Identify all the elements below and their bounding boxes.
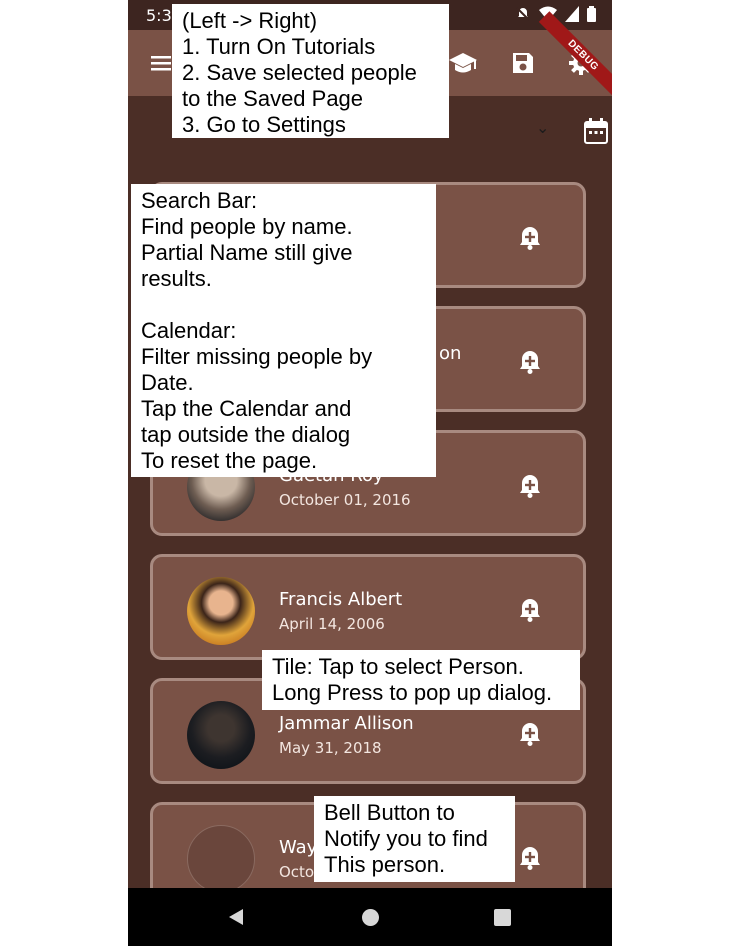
tile-tutorial-note: Tile: Tap to select Person. Long Press t…	[262, 650, 580, 710]
person-name: Francis Albert	[279, 589, 403, 610]
bell-off-icon	[516, 7, 530, 21]
note-line: Date.	[141, 370, 194, 395]
bell-plus-icon[interactable]	[517, 225, 543, 251]
bell-plus-icon[interactable]	[517, 349, 543, 375]
save-icon	[513, 53, 533, 73]
bell-plus-icon[interactable]	[517, 597, 543, 623]
avatar	[187, 701, 255, 769]
person-date: May 31, 2018	[279, 739, 382, 757]
note-line	[141, 292, 426, 318]
person-date: October 01, 2016	[279, 491, 411, 509]
menu-icon[interactable]	[148, 50, 174, 76]
home-icon[interactable]	[362, 909, 379, 926]
note-line: 3. Go to Settings	[182, 112, 346, 137]
recents-icon[interactable]	[494, 909, 511, 926]
avatar	[187, 577, 255, 645]
person-date: April 14, 2006	[279, 615, 385, 633]
signal-icon	[565, 6, 579, 22]
note-line: Notify you to find	[324, 826, 488, 851]
note-line: Long Press to pop up dialog.	[272, 680, 553, 705]
person-name: Jammar Allison	[279, 713, 414, 734]
note-line: to the Saved Page	[182, 86, 364, 111]
person-name: Way	[279, 837, 318, 858]
note-line: results.	[141, 266, 212, 291]
note-line: Bell Button to	[324, 800, 455, 825]
bell-plus-icon[interactable]	[517, 473, 543, 499]
note-line: 1. Turn On Tutorials	[182, 34, 376, 59]
school-icon	[449, 53, 477, 73]
tutorials-button[interactable]	[448, 48, 478, 78]
search-tutorial-note: Search Bar: Find people by name. Partial…	[131, 184, 436, 477]
note-line: 2. Save selected people	[182, 60, 417, 85]
chevron-down-icon[interactable]: ⌄	[536, 118, 549, 138]
note-line: Tap the Calendar and	[141, 396, 352, 421]
save-button[interactable]	[508, 48, 538, 78]
back-icon[interactable]	[227, 908, 245, 926]
note-line: (Left -> Right)	[182, 8, 318, 33]
note-line: To reset the page.	[141, 448, 318, 473]
person-date: Octo	[279, 863, 315, 881]
person-name: on	[439, 343, 462, 364]
note-line: Tile: Tap to select Person.	[272, 654, 524, 679]
note-line: This person.	[324, 852, 446, 877]
appbar-tutorial-note: (Left -> Right) 1. Turn On Tutorials 2. …	[172, 4, 449, 138]
note-line: tap outside the dialog	[141, 422, 351, 447]
calendar-icon[interactable]	[584, 118, 608, 144]
battery-icon	[587, 6, 596, 22]
note-line: Search Bar:	[141, 188, 258, 213]
person-tile[interactable]: Francis Albert April 14, 2006	[150, 554, 586, 660]
system-nav-bar	[128, 888, 612, 946]
note-line: Find people by name.	[141, 214, 353, 239]
bell-plus-icon[interactable]	[517, 721, 543, 747]
status-time: 5:3	[146, 6, 172, 25]
note-line: Filter missing people by	[141, 344, 373, 369]
note-line: Calendar:	[141, 318, 237, 343]
avatar	[187, 825, 255, 888]
bell-plus-icon[interactable]	[517, 845, 543, 871]
note-line: Partial Name still give	[141, 240, 353, 265]
bell-tutorial-note: Bell Button to Notify you to find This p…	[314, 796, 515, 882]
